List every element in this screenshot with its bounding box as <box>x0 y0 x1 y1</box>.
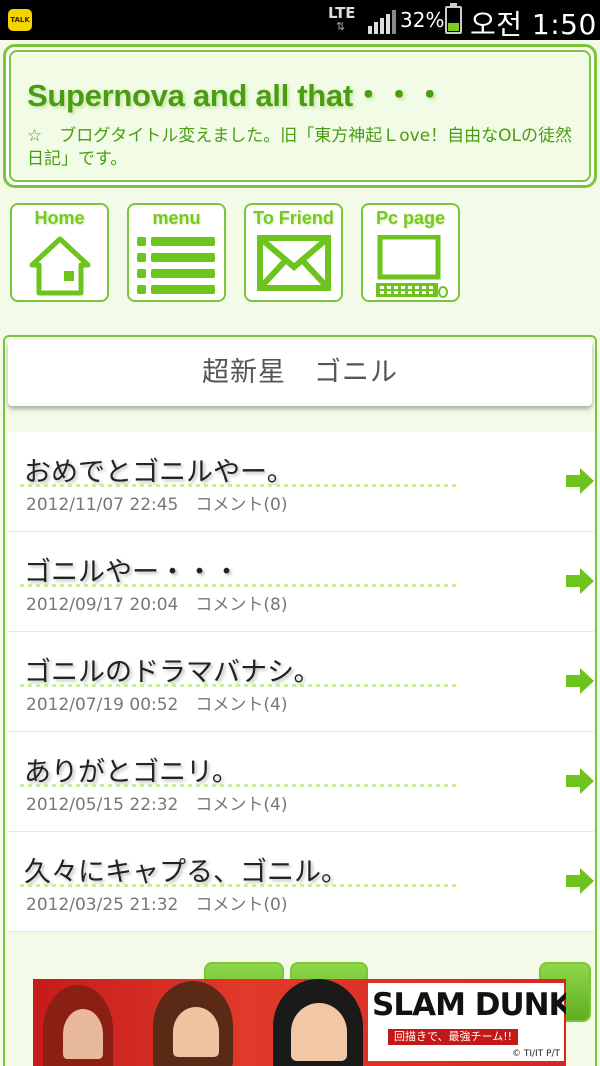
entry-comments: コメント(0) <box>195 895 288 915</box>
envelope-icon <box>256 235 331 291</box>
entry-meta: 2012/09/17 20:04 コメント(8) <box>26 590 287 615</box>
category-title: 超新星 ゴニル <box>8 340 592 406</box>
status-bar: TALK LTE ⇅ 32% 오전 1:50 <box>0 0 600 41</box>
entry-meta: 2012/11/07 22:45 コメント(0) <box>26 490 287 515</box>
arrow-right-icon <box>566 668 594 694</box>
nav-home-button[interactable]: Home <box>10 203 109 302</box>
dotted-divider <box>20 784 460 787</box>
data-transfer-icon: ⇅ <box>336 20 346 33</box>
entry-comments: コメント(4) <box>195 695 288 715</box>
banner-character-6 <box>291 1003 347 1061</box>
kakaotalk-icon: TALK <box>8 9 32 31</box>
entry-comments: コメント(4) <box>195 795 288 815</box>
nav-pc-page-label: Pc page <box>375 208 446 228</box>
entry-comments: コメント(0) <box>195 495 288 515</box>
house-icon <box>29 236 90 296</box>
signal-strength-icon <box>368 10 396 34</box>
list-item[interactable]: おめでとゴニルやー。 2012/11/07 22:45 コメント(0) <box>8 432 594 532</box>
blog-description: ☆ ブログタイトル変えました。旧「東方神起Ｌove！自由なOLの徒然日記」です。 <box>27 126 573 169</box>
dotted-divider <box>20 484 460 487</box>
nav-pc-page-button[interactable]: Pc page <box>361 203 460 302</box>
battery-percent: 32% <box>400 8 445 32</box>
computer-icon <box>375 235 448 298</box>
dotted-divider <box>20 584 460 587</box>
banner-logo-box: SLAM DUNK 回描きで、最強チーム!! © TI/IT P/T <box>368 983 566 1061</box>
entry-date: 2012/03/25 21:32 <box>26 895 179 915</box>
blog-title[interactable]: Supernova and all that・・・ <box>27 70 573 115</box>
entry-date: 2012/07/19 00:52 <box>26 695 179 715</box>
banner-character-4 <box>173 1007 219 1057</box>
entry-date: 2012/09/17 20:04 <box>26 595 179 615</box>
entry-meta: 2012/05/15 22:32 コメント(4) <box>26 790 287 815</box>
battery-icon <box>445 3 462 34</box>
dotted-divider <box>20 684 460 687</box>
list-item[interactable]: ゴニルのドラマバナシ。 2012/07/19 00:52 コメント(4) <box>8 632 594 732</box>
list-item[interactable]: ゴニルやー・・・ 2012/09/17 20:04 コメント(8) <box>8 532 594 632</box>
nav-home-label: Home <box>34 208 85 228</box>
entry-meta: 2012/03/25 21:32 コメント(0) <box>26 890 287 915</box>
arrow-right-icon <box>566 768 594 794</box>
entry-list: おめでとゴニルやー。 2012/11/07 22:45 コメント(0) ゴニルや… <box>8 432 594 932</box>
category-panel: 超新星 ゴニル おめでとゴニルやー。 2012/11/07 22:45 コメント… <box>3 335 597 1066</box>
list-item[interactable]: 久々にキャプる、ゴニル。 2012/03/25 21:32 コメント(0) <box>8 832 594 932</box>
entry-date: 2012/05/15 22:32 <box>26 795 179 815</box>
nav-menu-label: menu <box>152 208 201 228</box>
nav-menu-button[interactable]: menu <box>127 203 226 302</box>
banner-tagline: 回描きで、最強チーム!! <box>388 1029 519 1045</box>
entry-meta: 2012/07/19 00:52 コメント(4) <box>26 690 287 715</box>
arrow-right-icon <box>566 468 594 494</box>
clock: 오전 1:50 <box>470 8 597 41</box>
list-icon <box>136 237 215 294</box>
list-item[interactable]: ありがとゴニリ。 2012/05/15 22:32 コメント(4) <box>8 732 594 832</box>
arrow-right-icon <box>566 868 594 894</box>
entry-comments: コメント(8) <box>195 595 288 615</box>
battery-level <box>448 23 459 31</box>
entry-date: 2012/11/07 22:45 <box>26 495 179 515</box>
banner-character-2 <box>63 1009 103 1059</box>
banner-copyright: © TI/IT P/T <box>511 1049 560 1059</box>
ad-banner[interactable]: SLAM DUNK 回描きで、最強チーム!! © TI/IT P/T <box>33 979 566 1066</box>
nav-to-friend-label: To Friend <box>253 208 334 228</box>
blog-header: Supernova and all that・・・ ☆ ブログタイトル変えました… <box>3 44 597 188</box>
arrow-right-icon <box>566 568 594 594</box>
nav-to-friend-button[interactable]: To Friend <box>244 203 343 302</box>
banner-logo: SLAM DUNK <box>372 987 566 1023</box>
dotted-divider <box>20 884 460 887</box>
